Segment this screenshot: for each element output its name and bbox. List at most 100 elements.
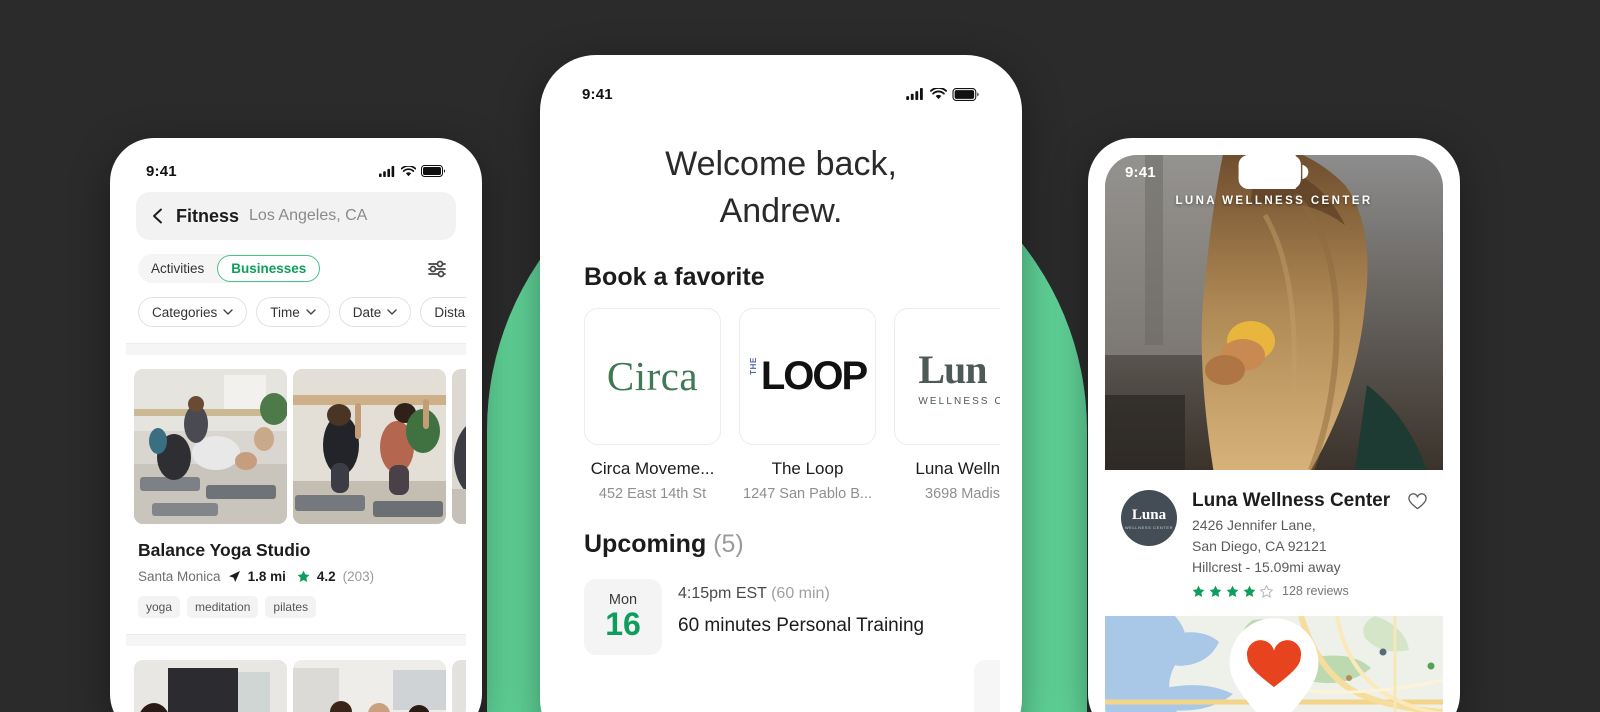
appointment-card-peek[interactable] [974, 660, 1000, 712]
appointment-time: 4:15pm EST [678, 584, 767, 602]
screenshot-stage: 9:41 Fitness Los Angeles, CA Activities … [0, 0, 1600, 712]
chevron-left-icon[interactable] [150, 208, 166, 224]
avatar-text: Luna [1131, 506, 1167, 523]
search-bar[interactable]: Fitness Los Angeles, CA [136, 192, 456, 240]
upcoming-label: Upcoming [584, 529, 707, 558]
location-map[interactable] [1105, 616, 1443, 712]
listing-review-count: (203) [342, 569, 375, 584]
cellular-bars-icon [906, 88, 923, 100]
listing-photo[interactable] [293, 369, 446, 524]
chevron-down-icon [223, 308, 233, 315]
hero-overlay-title: LUNA WELLNESS CENTER [1175, 195, 1373, 207]
listing-meta: Santa Monica 1.8 mi 4.2 (203) [138, 569, 458, 584]
listing-distance: 1.8 mi [247, 569, 286, 584]
segment-businesses[interactable]: Businesses [217, 255, 321, 282]
listing-tag[interactable]: meditation [187, 596, 259, 618]
listing-photo[interactable] [452, 369, 466, 524]
phone-center-screen: 9:41 Welcome back, Andrew. Book a favori… [562, 77, 1000, 712]
wifi-icon [930, 88, 947, 100]
listing-card[interactable]: Balance Yoga Studio Santa Monica 1.8 mi … [126, 355, 466, 618]
favorite-card-circa[interactable]: Circa Circa Moveme... 452 East 14th St [584, 307, 721, 502]
favorite-name: Luna Wellne [915, 458, 1000, 478]
the-loop-logo-word: LOOP [760, 353, 868, 398]
chevron-down-icon [306, 308, 316, 315]
business-address-line-1: 2426 Jennifer Lane, [1192, 517, 1316, 533]
favorite-address: 3698 Madis [925, 485, 1000, 502]
listing-photo-strip[interactable] [134, 369, 466, 524]
favorites-heading: Book a favorite [584, 262, 765, 291]
business-text-block: Luna Wellness Center 2426 Jennifer Lane,… [1192, 490, 1390, 598]
battery-icon [952, 87, 979, 101]
yoga-class-photo-2 [293, 369, 446, 524]
the-loop-logo: THE LOOP [749, 353, 868, 399]
battery-icon [1238, 155, 1309, 189]
favorite-logo: Circa [584, 307, 721, 445]
heart-map-pin-icon[interactable] [1105, 616, 1443, 712]
filter-chip-label: Date [352, 304, 382, 320]
listing-photo[interactable] [134, 369, 287, 524]
filter-chip-label: Distan [434, 304, 466, 320]
star-filled-icon [1192, 585, 1205, 597]
business-info-block: Luna WELLNESS CENTER Luna Wellness Cente… [1105, 470, 1443, 598]
appointment-date-box: Mon 16 [584, 578, 662, 655]
listing-card-2[interactable] [126, 646, 466, 712]
favorite-card-the-loop[interactable]: THE LOOP The Loop 1247 San Pablo B... [739, 307, 876, 502]
segmented-control[interactable]: Activities Businesses [138, 254, 321, 283]
chevron-down-icon [387, 308, 398, 315]
favorite-address: 1247 San Pablo B... [743, 485, 872, 502]
favorite-card-luna[interactable]: Lun WELLNESS CE Luna Wellne 3698 Madis [894, 307, 1000, 502]
luna-logo-word: Lun [918, 346, 987, 392]
filter-chip-label: Time [270, 304, 300, 320]
filter-chip-time[interactable]: Time [256, 297, 330, 327]
status-bar-left: 9:41 [126, 154, 466, 188]
wifi-icon [401, 165, 416, 176]
appointment-row[interactable]: Mon 16 4:15pm EST (60 min) 60 minutes Pe… [562, 559, 1000, 655]
appointment-name: 60 minutes Personal Training [678, 614, 925, 636]
segment-activities[interactable]: Activities [138, 254, 217, 283]
business-neighborhood-distance: Hillcrest - 15.09mi away [1192, 559, 1341, 575]
filter-chip-distance[interactable]: Distan [420, 297, 466, 327]
greeting-line-2: Andrew. [719, 191, 843, 230]
star-filled-icon [1209, 585, 1222, 597]
listing-tag[interactable]: yoga [138, 596, 181, 618]
business-address-line-2: San Diego, CA 92121 [1192, 538, 1327, 554]
listing-title: Balance Yoga Studio [138, 540, 311, 560]
favorite-address: 452 East 14th St [598, 485, 707, 502]
sliders-icon[interactable] [426, 258, 448, 280]
navigation-arrow-icon [228, 571, 240, 582]
listing-city: Santa Monica [138, 569, 221, 584]
appointment-details: 4:15pm EST (60 min) 60 minutes Personal … [678, 579, 924, 637]
avatar-subtext: WELLNESS CENTER [1124, 524, 1174, 530]
phone-right-frame: 9:41 LUNA WELLNESS CENTER Luna WELLNESS … [1088, 138, 1460, 712]
filter-chip-categories[interactable]: Categories [138, 297, 248, 327]
section-divider-2 [126, 634, 466, 646]
listing-photo[interactable] [293, 660, 446, 712]
listing-rating: 4.2 [316, 569, 336, 584]
gym-photo-1 [134, 660, 287, 712]
listing-photo-strip-2[interactable] [134, 660, 466, 712]
upcoming-heading: Upcoming (5) [562, 502, 1000, 559]
status-bar-right: 9:41 [1105, 155, 1443, 189]
review-count: 128 reviews [1282, 584, 1349, 598]
upcoming-count: (5) [713, 529, 744, 558]
filter-chip-date[interactable]: Date [338, 297, 412, 327]
heart-outline-icon[interactable] [1408, 492, 1427, 511]
status-bar-center: 9:41 [562, 77, 1000, 111]
filter-chip-label: Categories [152, 304, 218, 320]
listing-photo[interactable] [452, 660, 466, 712]
status-icons [906, 87, 980, 101]
listing-tag-row: yoga meditation pilates [138, 596, 458, 618]
star-filled-icon [1226, 585, 1239, 597]
cellular-bars-icon [379, 165, 395, 177]
segmented-control-row: Activities Businesses [126, 240, 466, 283]
appointment-day: 16 [605, 606, 641, 643]
listing-tag[interactable]: pilates [265, 596, 317, 618]
phone-center-frame: 9:41 Welcome back, Andrew. Book a favori… [540, 55, 1022, 712]
status-time: 9:41 [146, 162, 177, 180]
filter-chip-row: Categories Time Date Distan [126, 283, 466, 327]
phone-right-screen: 9:41 LUNA WELLNESS CENTER Luna WELLNESS … [1105, 155, 1443, 712]
listing-photo[interactable] [134, 660, 287, 712]
greeting-line-1: Welcome back, [665, 145, 897, 183]
favorites-row[interactable]: Circa Circa Moveme... 452 East 14th St T… [562, 292, 1000, 502]
star-empty-icon [1260, 584, 1273, 598]
